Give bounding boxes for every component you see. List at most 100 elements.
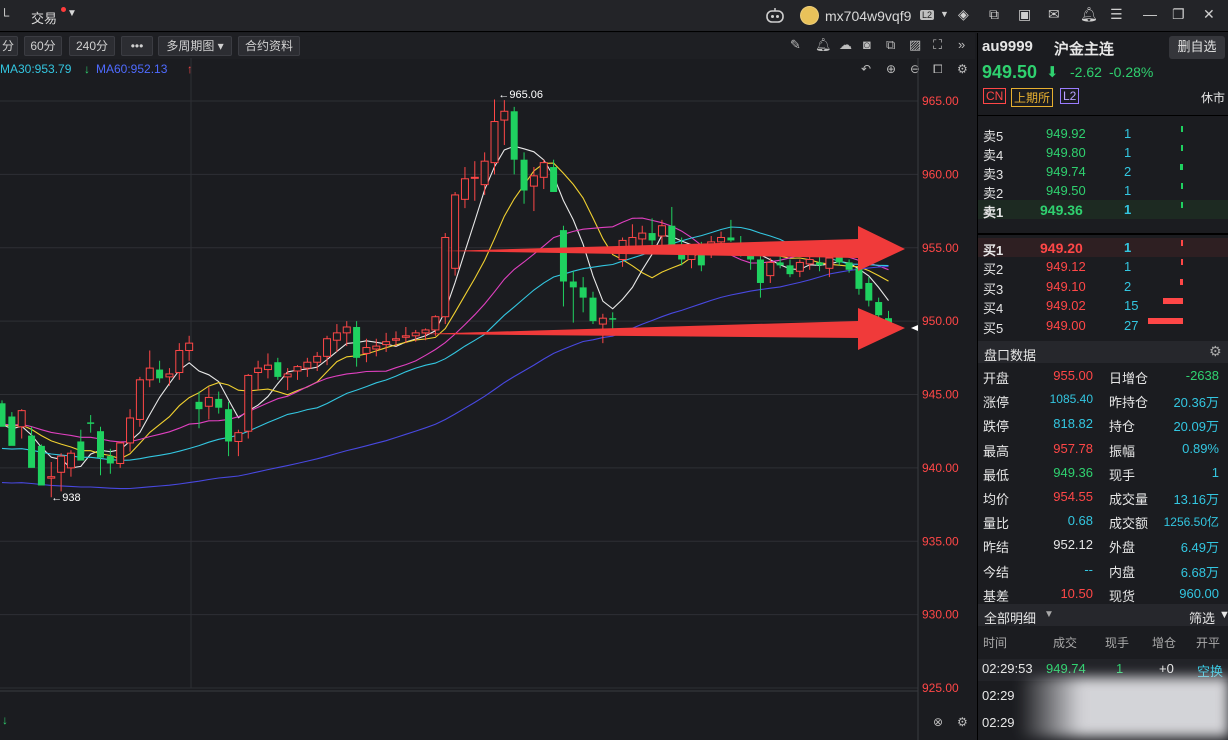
- level-price: 949.00: [1046, 317, 1086, 333]
- layers-icon[interactable]: ◈: [958, 6, 969, 23]
- high-annotation: ←965.06: [498, 89, 543, 101]
- pankou-label: 今结: [983, 564, 1010, 580]
- ask-row[interactable]: 卖5 949.92 1: [978, 124, 1228, 144]
- close-panel-icon[interactable]: ⊗: [933, 715, 943, 729]
- pankou-value: 10.50: [1060, 585, 1093, 601]
- filter-button[interactable]: 筛选: [1189, 608, 1215, 627]
- volume-bar: [1181, 202, 1183, 208]
- candle-body: [589, 297, 597, 322]
- pankou-value: 1: [1211, 464, 1219, 480]
- bid-row[interactable]: 买5 949.00 27: [978, 316, 1228, 336]
- pankou-settings-icon[interactable]: ⚙: [1209, 343, 1222, 360]
- candlestick-chart[interactable]: 965.00 960.00 955.00 950.00 945.00 940.00 935.…: [0, 58, 975, 740]
- candle-body: [845, 262, 853, 270]
- window-switch-icon[interactable]: ⧉: [989, 6, 999, 23]
- alert-icon[interactable]: 🔔︎: [815, 37, 832, 53]
- ask-row[interactable]: 卖3 949.74 2: [978, 162, 1228, 182]
- bid-row[interactable]: 买4 949.02 15: [978, 296, 1228, 316]
- copy-icon[interactable]: ⧉: [886, 37, 895, 53]
- pankou-row: 今结 -- 内盘 6.68万: [978, 560, 1228, 580]
- candle-body: [776, 262, 784, 266]
- level-volume: 1: [1124, 126, 1132, 141]
- chevron-down-icon[interactable]: ▼: [67, 8, 77, 19]
- y-tick-label: 960.00: [922, 167, 959, 181]
- candle-body: [875, 302, 883, 316]
- candle-body: [805, 258, 814, 265]
- volume-bar: [1181, 145, 1183, 151]
- pankou-label: 持仓: [1109, 419, 1136, 435]
- pankou-label: 昨结: [983, 540, 1010, 556]
- pankou-label: 量比: [983, 516, 1010, 532]
- level-price: 949.02: [1046, 298, 1086, 314]
- contract-info-button[interactable]: 合约资料: [238, 36, 300, 56]
- volume-bar: [1181, 126, 1183, 132]
- trade-menu[interactable]: 交易: [31, 8, 57, 27]
- trades-chevron-icon[interactable]: ▼: [1044, 609, 1054, 620]
- user-chevron-icon[interactable]: ▼: [940, 9, 949, 19]
- period-minute-button[interactable]: 分: [0, 36, 18, 56]
- volume-bar: [1180, 164, 1183, 170]
- ask-row[interactable]: 卖2 949.50 1: [978, 181, 1228, 201]
- level-volume: 1: [1124, 183, 1132, 198]
- panel-settings-icon[interactable]: ⚙: [957, 715, 968, 729]
- ask-row[interactable]: 卖4 949.80 1: [978, 143, 1228, 163]
- ask-row[interactable]: 卖1 949.36 1: [978, 200, 1228, 220]
- bid-row[interactable]: 买1 949.20 1: [978, 238, 1228, 258]
- user-name[interactable]: mx704w9vqf9: [825, 8, 911, 24]
- menu-fragment[interactable]: └: [0, 8, 9, 23]
- y-tick-label: 965.00: [922, 94, 959, 108]
- draw-icon[interactable]: ✎: [790, 37, 801, 53]
- pankou-label: 昨持仓: [1109, 395, 1149, 411]
- bid-row[interactable]: 买2 949.12 1: [978, 257, 1228, 277]
- image-icon[interactable]: ▨: [909, 37, 921, 53]
- candle-body: [480, 160, 489, 186]
- menu-icon[interactable]: ☰: [1110, 6, 1123, 23]
- trade-volume: 1: [1116, 661, 1124, 676]
- chart-toolbar: 分 60分 240分 ••• 多周期图 ▾ 合约资料 ✎ 🔔︎ ☁ ◙ ⧉ ▨ …: [0, 33, 975, 59]
- level-volume: 1: [1124, 259, 1132, 275]
- cloud-icon[interactable]: ☁: [839, 37, 852, 53]
- more-periods-button[interactable]: •••: [121, 36, 153, 56]
- down-arrow-icon: ⬇: [1046, 64, 1059, 81]
- candle-body: [126, 417, 135, 444]
- bid-row[interactable]: 买3 949.10 2: [978, 277, 1228, 297]
- candle-body: [195, 401, 203, 410]
- collapse-icon[interactable]: »: [958, 37, 965, 52]
- filter-icon[interactable]: ▼: [1219, 609, 1228, 621]
- pankou-value: 952.12: [1053, 537, 1093, 553]
- level-price: 949.10: [1046, 278, 1086, 294]
- trade-time: 02:29: [982, 715, 1015, 730]
- avatar[interactable]: [800, 6, 819, 25]
- period-60m-button[interactable]: 60分: [24, 36, 62, 56]
- level-volume: 27: [1124, 317, 1139, 333]
- lower-red-arrow: [418, 308, 905, 350]
- minimize-icon[interactable]: —: [1143, 6, 1157, 22]
- camera-icon[interactable]: ◙: [863, 37, 871, 52]
- trade-time: 02:29: [982, 688, 1015, 703]
- candle-body: [717, 236, 726, 243]
- level-volume: 2: [1124, 278, 1132, 294]
- pankou-row: 基差 10.50 现货 960.00: [978, 584, 1228, 604]
- level-volume: 1: [1124, 202, 1132, 217]
- level-label: 买1: [983, 243, 1004, 258]
- bell-icon[interactable]: 🔔︎: [1080, 6, 1098, 23]
- video-icon[interactable]: ▣: [1018, 6, 1031, 23]
- fullscreen-icon[interactable]: ⛶: [933, 37, 942, 53]
- pankou-value: 1085.40: [1049, 392, 1093, 407]
- restore-icon[interactable]: ❐: [1172, 6, 1185, 23]
- multi-period-button[interactable]: 多周期图 ▾: [158, 36, 232, 56]
- mail-icon[interactable]: ✉: [1048, 6, 1060, 23]
- trades-title[interactable]: 全部明细: [984, 608, 1036, 627]
- volume-bar: [1148, 317, 1183, 324]
- robot-icon[interactable]: [765, 6, 785, 29]
- pankou-label: 内盘: [1109, 564, 1136, 580]
- last-price-marker: [911, 325, 918, 331]
- level-price: 949.20: [1040, 240, 1083, 256]
- level-volume: 2: [1124, 164, 1132, 179]
- close-icon[interactable]: ✕: [1203, 6, 1215, 23]
- price-change: -2.62: [1070, 64, 1102, 80]
- pankou-value: 20.36万: [1173, 395, 1219, 411]
- trades-column-header: 现手: [1105, 636, 1130, 650]
- period-240m-button[interactable]: 240分: [69, 36, 115, 56]
- remove-favorite-button[interactable]: 删自选: [1169, 36, 1225, 59]
